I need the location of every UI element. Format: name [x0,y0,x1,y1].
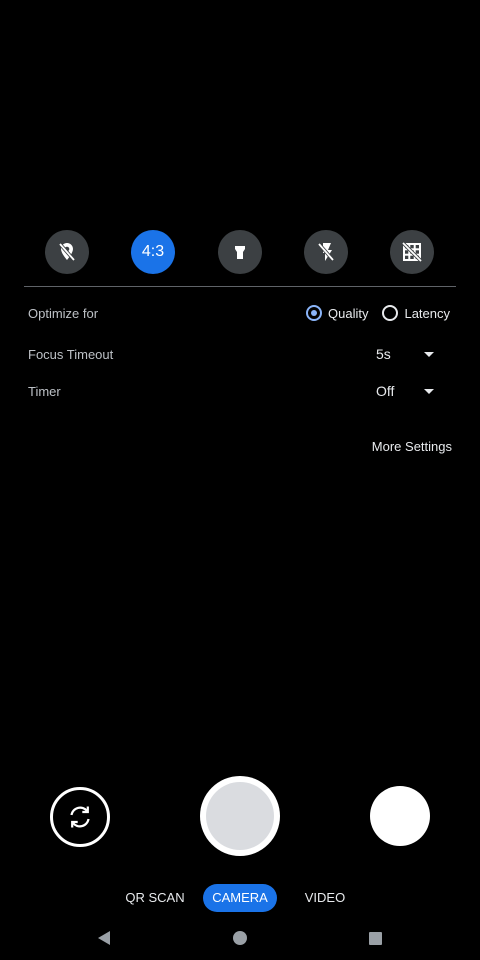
grid-toggle[interactable] [390,230,434,274]
nav-recents-button[interactable] [365,928,385,948]
flashlight-icon [235,246,245,259]
optimize-for-label: Optimize for [28,306,99,321]
latency-radio-label: Latency [404,305,451,321]
flash-off-icon [317,242,335,262]
optimize-for-radio-group: Quality Latency [306,303,450,323]
aspect-ratio-toggle[interactable]: 4:3 [131,230,175,274]
dropdown-arrow-icon [424,388,434,394]
quality-radio[interactable]: Quality [306,305,368,321]
shutter-button[interactable] [200,776,280,856]
focus-timeout-value: 5s [376,346,391,362]
dropdown-arrow-icon [424,351,434,357]
focus-timeout-dropdown[interactable]: 5s [376,343,438,365]
timer-label: Timer [28,384,61,399]
nav-home-button[interactable] [230,928,250,948]
flash-toggle[interactable] [304,230,348,274]
radio-checked-icon [306,305,322,321]
timer-value: Off [376,383,395,399]
location-off-icon [58,242,76,262]
quality-radio-label: Quality [328,305,369,321]
location-toggle[interactable] [45,230,89,274]
focus-timeout-label: Focus Timeout [28,347,114,362]
more-settings-button[interactable]: More Settings [372,439,452,454]
mode-tab-video[interactable]: VIDEO [302,884,348,912]
aspect-ratio-label: 4:3 [141,243,165,260]
gallery-thumbnail-button[interactable] [370,786,430,846]
grid-off-icon [401,241,423,263]
nav-back-button[interactable] [94,928,114,948]
timer-dropdown[interactable]: Off [376,380,438,402]
recents-icon [368,931,382,945]
switch-camera-icon [70,806,90,828]
mode-tab-camera[interactable]: CAMERA [203,884,277,912]
back-icon [98,931,110,945]
mode-tab-qr-scan[interactable]: QR SCAN [124,884,186,912]
switch-camera-button[interactable] [50,787,110,847]
shutter-icon [206,782,274,850]
quick-toggle-row: 4:3 [0,230,480,274]
radio-unchecked-icon [382,305,399,321]
latency-radio[interactable]: Latency [382,305,450,321]
settings-divider [24,286,456,287]
torch-toggle[interactable] [218,230,262,274]
home-icon [233,931,247,945]
